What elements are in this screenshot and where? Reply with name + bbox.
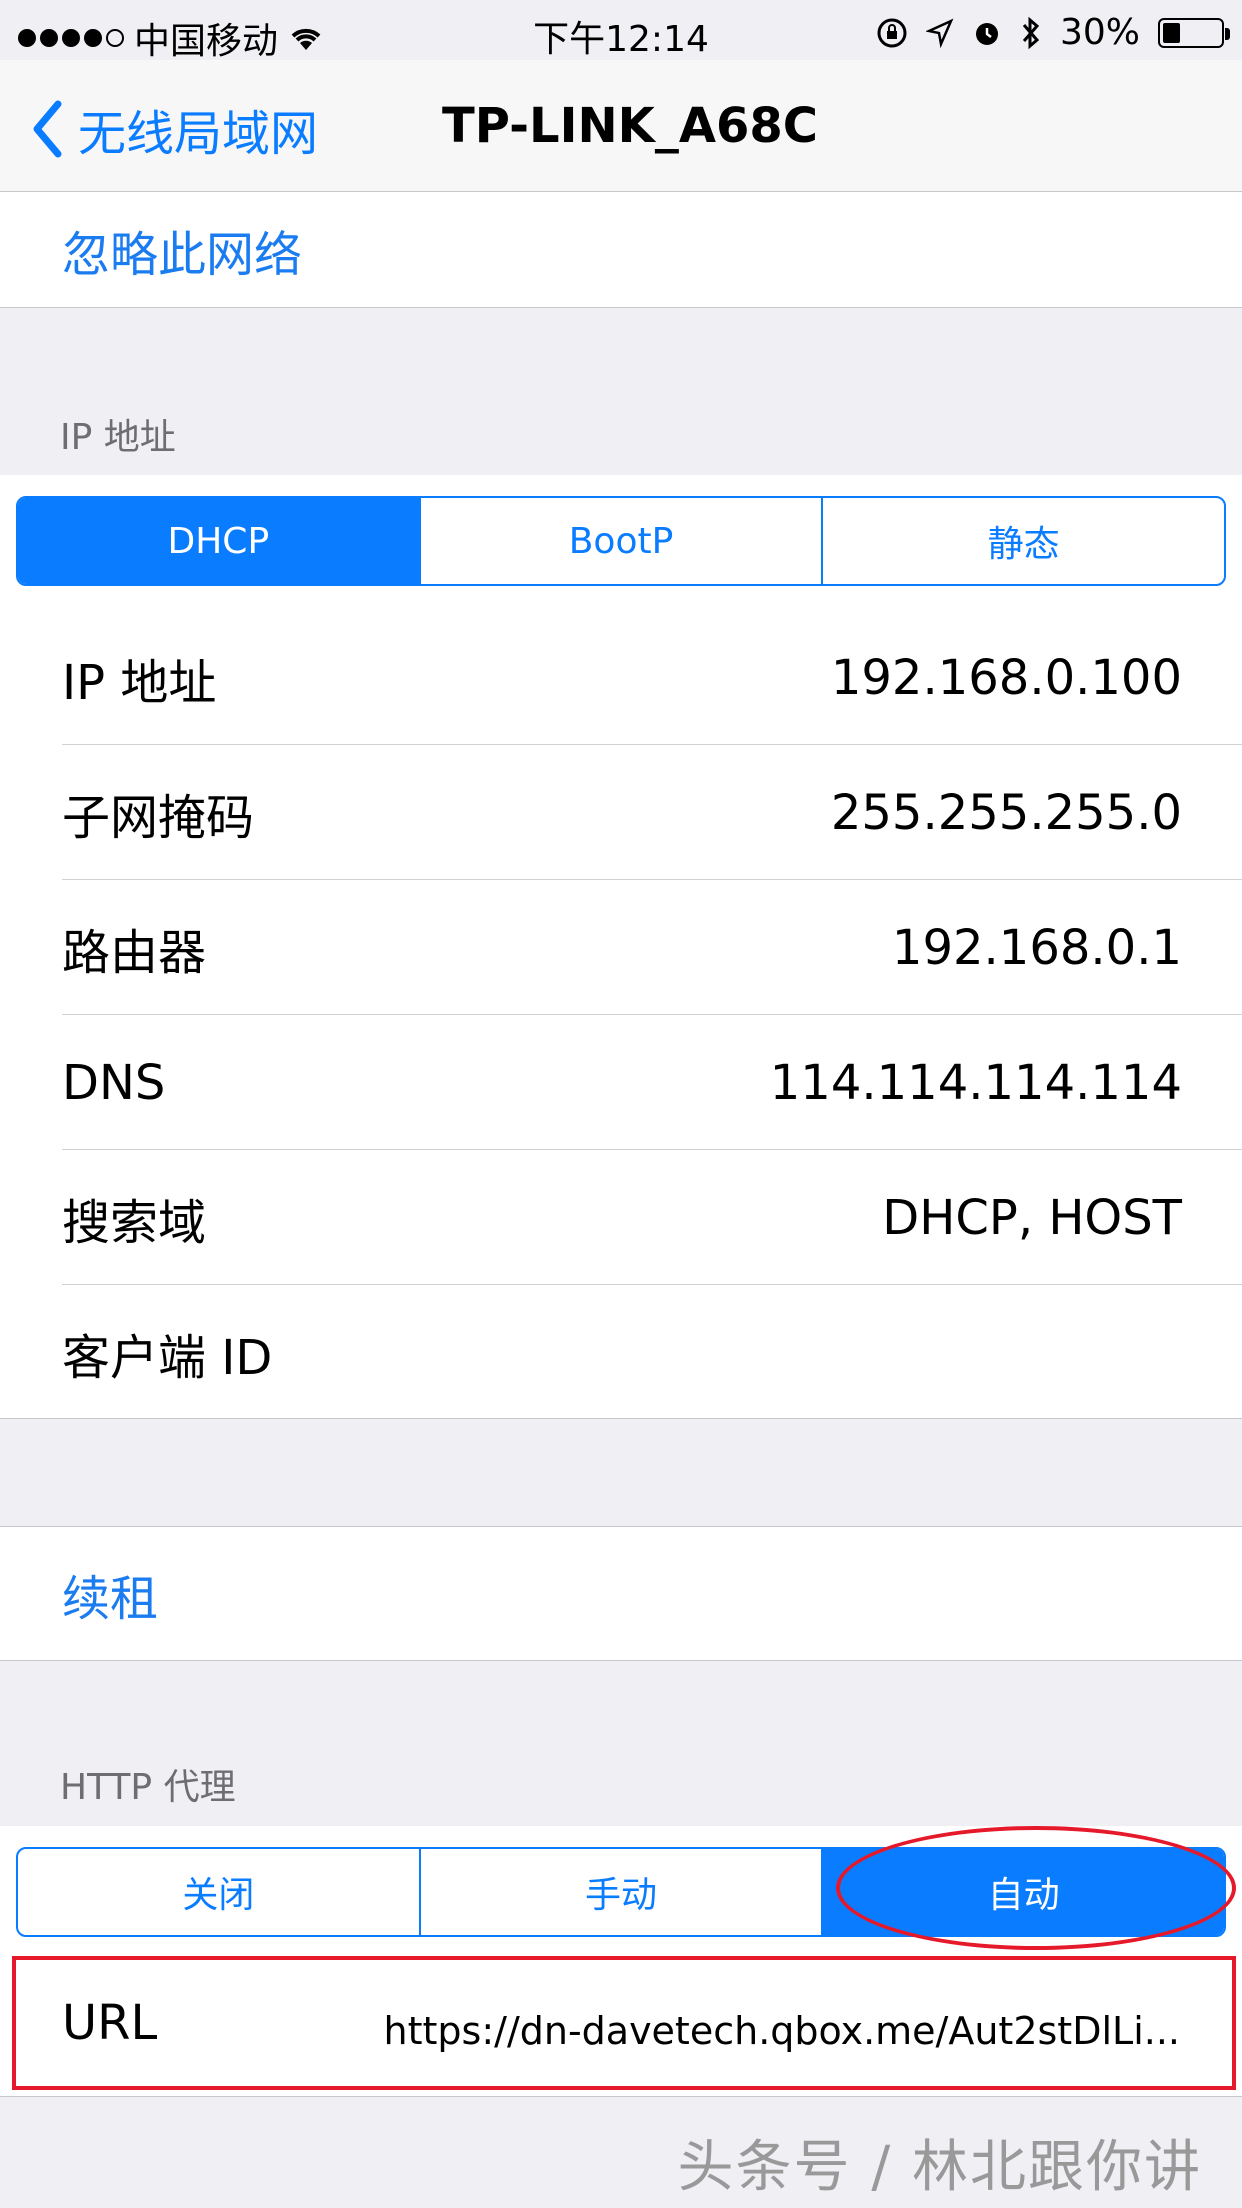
- row-value: 255.255.255.0: [830, 784, 1182, 841]
- renew-lease-button[interactable]: 续租: [62, 1559, 158, 1629]
- segment-static[interactable]: 静态: [823, 498, 1224, 584]
- ip-detail-list: IP 地址 192.168.0.100 子网掩码 255.255.255.0 路…: [0, 610, 1242, 1420]
- segment-off[interactable]: 关闭: [18, 1849, 421, 1935]
- row-label: IP 地址: [62, 654, 217, 711]
- dns-row[interactable]: DNS 114.114.114.114: [0, 1015, 1242, 1150]
- ip-section-header: IP 地址: [60, 417, 176, 458]
- orientation-lock-icon: [877, 18, 907, 47]
- battery-percent: 30%: [1059, 12, 1140, 53]
- row-value: 192.168.0.100: [830, 649, 1182, 706]
- alarm-icon: [975, 22, 998, 45]
- row-value: DHCP, HOST: [882, 1189, 1182, 1246]
- ip-address-row: IP 地址 192.168.0.100: [0, 610, 1242, 745]
- bluetooth-icon: [1022, 16, 1040, 49]
- row-label: 子网掩码: [62, 789, 255, 846]
- ip-mode-segmented-control[interactable]: DHCP BootP 静态: [16, 496, 1226, 586]
- url-highlight-box: [12, 1956, 1236, 2090]
- forget-network-button[interactable]: 忽略此网络: [62, 215, 302, 285]
- forget-network-group: 忽略此网络: [0, 192, 1242, 308]
- client-id-row[interactable]: 客户端 ID: [0, 1285, 1242, 1420]
- back-button-label: 无线局域网: [78, 106, 319, 162]
- status-bar: 中国移动 下午12:14 30%: [0, 0, 1242, 62]
- watermark: 头条号 / 林北跟你讲: [677, 2135, 1202, 2200]
- row-label: DNS: [62, 1054, 166, 1111]
- renew-lease-group: 续租: [0, 1526, 1242, 1661]
- status-right: 30%: [876, 12, 1230, 53]
- proxy-section-header: HTTP 代理: [60, 1767, 236, 1808]
- segment-bootp[interactable]: BootP: [421, 498, 824, 584]
- subnet-mask-row: 子网掩码 255.255.255.0: [0, 745, 1242, 880]
- navigation-bar: 无线局域网 TP-LINK_A68C: [0, 60, 1242, 192]
- row-label: 路由器: [62, 924, 207, 981]
- segment-dhcp[interactable]: DHCP: [18, 498, 421, 584]
- battery-icon: [1158, 17, 1230, 48]
- back-button[interactable]: 无线局域网: [32, 94, 318, 164]
- search-domain-row[interactable]: 搜索域 DHCP, HOST: [0, 1150, 1242, 1285]
- forget-network-cell[interactable]: 忽略此网络: [0, 192, 1242, 307]
- row-label: 客户端 ID: [62, 1329, 273, 1386]
- auto-highlight-ellipse: [836, 1826, 1236, 1950]
- location-icon: [925, 18, 954, 48]
- renew-lease-cell[interactable]: 续租: [0, 1527, 1242, 1660]
- row-value: 114.114.114.114: [769, 1054, 1182, 1111]
- page-title: TP-LINK_A68C: [442, 98, 818, 154]
- router-row: 路由器 192.168.0.1: [0, 880, 1242, 1015]
- chevron-left-icon: [33, 100, 62, 158]
- row-value: 192.168.0.1: [891, 919, 1182, 976]
- segment-manual[interactable]: 手动: [421, 1849, 824, 1935]
- row-label: 搜索域: [62, 1194, 207, 1251]
